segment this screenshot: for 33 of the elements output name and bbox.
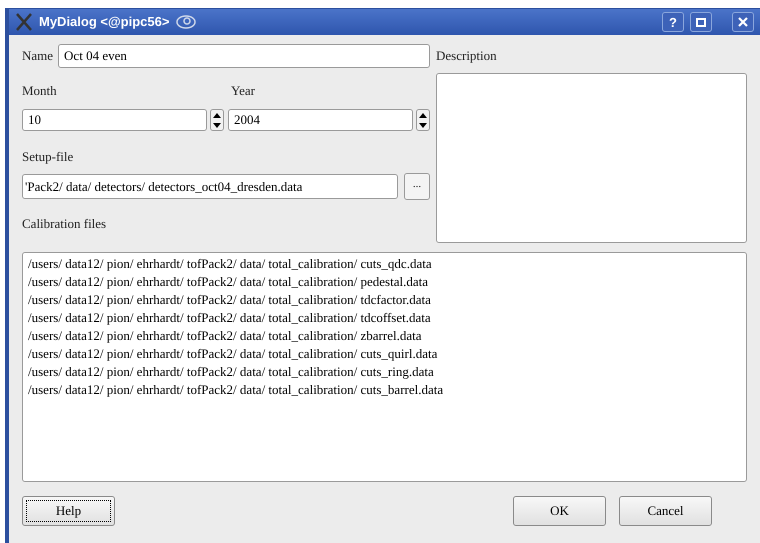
window-title: MyDialog <@pipc56> [39, 13, 170, 32]
name-label: Name [22, 47, 54, 66]
file-path: /users/ data12/ pion/ ehrhardt/ tofPack2/ data/ total_calibration/ cuts_ring.data [28, 363, 434, 381]
file-path: /users/ data12/ pion/ ehrhardt/ tofPack2/ data/ total_calibration/ tdcoffset.data [28, 309, 431, 327]
file-path: /users/ data12/ pion/ ehrhardt/ tofPack2/ data/ total_calibration/ pedestal.data [28, 273, 428, 291]
spin-arrows-icon[interactable] [210, 109, 224, 131]
file-path: /users/ data12/ pion/ ehrhardt/ tofPack2/ data/ total_calibration/ cuts_barrel.data [28, 381, 444, 399]
dialog-button[interactable]: Help [22, 496, 115, 526]
description-label: Description [436, 47, 498, 65]
spin-field[interactable]: 2004 [228, 109, 413, 131]
dialog-button[interactable]: Cancel [619, 496, 712, 526]
file-path: /users/ data12/ pion/ ehrhardt/ tofPack2/ data/ total_calibration/ cuts_qdc.data [28, 255, 432, 273]
description-field[interactable] [436, 73, 747, 243]
spin-arrows-icon[interactable] [416, 109, 430, 131]
calibration-files-list[interactable] [22, 252, 747, 482]
setup-file-label: Setup-file [22, 148, 74, 165]
file-path: /users/ data12/ pion/ ehrhardt/ tofPack2/ data/ total_calibration/ zbarrel.data [28, 327, 422, 345]
close-icon [738, 17, 748, 27]
spin-field[interactable]: 10 [22, 109, 207, 131]
maximize-icon [696, 18, 706, 26]
month-label: Month [22, 82, 58, 99]
calibration-files-label: Calibration files [22, 215, 108, 232]
close-button[interactable] [732, 12, 754, 32]
dialog-button[interactable]: OK [513, 496, 606, 526]
file-path: /users/ data12/ pion/ ehrhardt/ tofPack2/ data/ total_calibration/ cuts_quirl.data [28, 345, 438, 363]
file-path: /users/ data12/ pion/ ehrhardt/ tofPack2/ data/ total_calibration/ tdcfactor.data [28, 291, 431, 309]
year-label: Year [231, 82, 255, 99]
name-field[interactable]: Oct 04 even [58, 44, 430, 68]
help-title-button[interactable]: ? [662, 12, 684, 32]
browse-button[interactable]: ... [404, 173, 430, 200]
maximize-button[interactable] [690, 12, 712, 32]
setup-file-field[interactable]: 'Pack2/ data/ detectors/ detectors_oct04_dresden.data [22, 174, 398, 199]
x-logo-icon [15, 13, 33, 31]
